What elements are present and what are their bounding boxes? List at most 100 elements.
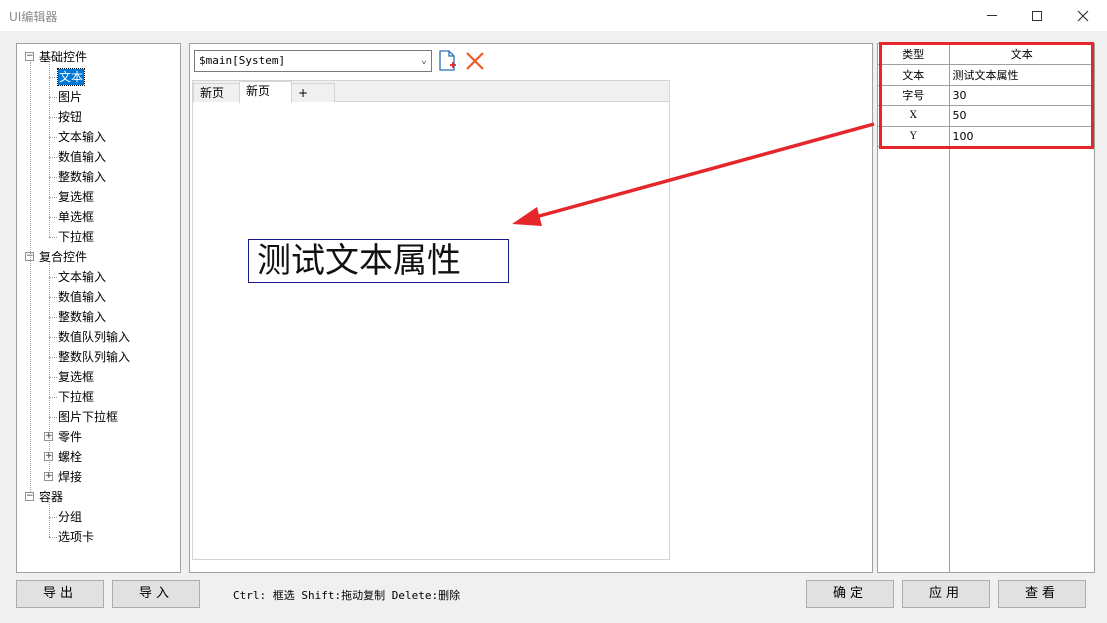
tree-item[interactable]: 复选框 [58, 367, 94, 387]
maximize-button[interactable] [1014, 0, 1060, 31]
tree-connector [49, 97, 57, 98]
shortcut-hint: Ctrl: 框选 Shift:拖动复制 Delete:删除 [233, 589, 461, 602]
property-row-fontsize[interactable]: 字号 30 [878, 85, 1094, 106]
tree-item-label: 文本输入 [58, 270, 107, 284]
tree-item[interactable]: 下拉框 [58, 227, 94, 247]
new-page-button[interactable] [436, 49, 458, 73]
tree-connector [49, 157, 57, 158]
property-value[interactable]: 测试文本属性 [949, 64, 1094, 86]
title-bar: UI编辑器 [0, 0, 1107, 31]
tree-connector [49, 117, 57, 118]
close-icon [1077, 10, 1089, 21]
window-title: UI编辑器 [9, 10, 58, 24]
tree-item[interactable]: 分组 [58, 507, 82, 527]
design-canvas-panel: $main[System] ⌄ 新页 新页 + 测试文本属性 [189, 43, 873, 573]
tree-item[interactable]: 螺栓 [58, 447, 82, 467]
tree-item[interactable]: 整数队列输入 [58, 347, 130, 367]
tree-item[interactable]: 复选框 [58, 187, 94, 207]
property-grid: 类型 文本 文本 测试文本属性 字号 30 X 50 Y 100 [877, 43, 1095, 573]
tree-item-label: 图片下拉框 [58, 410, 119, 424]
confirm-button[interactable]: 确定 [806, 580, 894, 608]
tree-item[interactable]: 基础控件 [39, 47, 87, 67]
property-key: X [878, 105, 950, 127]
tree-item-label: 图片 [58, 90, 83, 104]
tree-item[interactable]: 文本输入 [58, 267, 106, 287]
tree-connector [49, 397, 57, 398]
tab-add[interactable]: + [291, 83, 335, 102]
view-button[interactable]: 查看 [998, 580, 1086, 608]
tree-item[interactable]: 复合控件 [39, 247, 87, 267]
tree-item[interactable]: 数值输入 [58, 147, 106, 167]
tree-item[interactable]: 零件 [58, 427, 82, 447]
tree-item[interactable]: 下拉框 [58, 387, 94, 407]
tree-connector [49, 77, 57, 78]
tree-connector [49, 377, 57, 378]
text-control-preview[interactable]: 测试文本属性 [248, 239, 509, 283]
tree-item-label: 焊接 [58, 470, 83, 484]
tree-item[interactable]: 图片下拉框 [58, 407, 118, 427]
tree-connector [30, 62, 31, 492]
collapse-icon[interactable]: − [25, 52, 34, 61]
tree-item[interactable]: 整数输入 [58, 167, 106, 187]
chevron-down-icon: ⌄ [420, 55, 427, 66]
property-row-x[interactable]: X 50 [878, 105, 1094, 127]
tree-item-label: 数值输入 [58, 290, 107, 304]
tab-page-1[interactable]: 新页 [193, 83, 240, 102]
property-key: 字号 [878, 85, 950, 106]
collapse-icon[interactable]: − [25, 492, 34, 501]
tab-label: 新页 [246, 84, 271, 98]
close-button[interactable] [1060, 0, 1106, 31]
tree-item[interactable]: 数值输入 [58, 287, 106, 307]
tree-item-label: 选项卡 [58, 530, 95, 544]
tree-connector [49, 337, 57, 338]
add-tab-icon: + [298, 86, 309, 100]
tree-connector [49, 217, 57, 218]
tree-item-label: 复选框 [58, 370, 95, 384]
tree-item-label: 复合控件 [39, 250, 88, 264]
tree-item[interactable]: 按钮 [58, 107, 82, 127]
tree-connector [49, 357, 57, 358]
tree-item-label: 整数队列输入 [58, 350, 131, 364]
property-row-text[interactable]: 文本 测试文本属性 [878, 64, 1094, 86]
tree-item[interactable]: 容器 [39, 487, 63, 507]
tab-strip: 新页 新页 + [193, 81, 669, 103]
tree-item[interactable]: 文本 [56, 67, 86, 87]
tree-item[interactable]: 焊接 [58, 467, 82, 487]
tree-item[interactable]: 文本输入 [58, 127, 106, 147]
property-key: Y [878, 126, 950, 147]
tree-connector [49, 62, 50, 237]
tree-item[interactable]: 单选框 [58, 207, 94, 227]
apply-button[interactable]: 应用 [902, 580, 990, 608]
control-tree[interactable]: 基础控件 − 文本 图片 按钮 文本输入 数值输入 整数输入 复选框 单选框 下拉框 复合控件 − 文本输… [16, 43, 181, 573]
maximize-icon [1032, 10, 1042, 21]
property-value[interactable]: 100 [949, 126, 1094, 147]
delete-page-button[interactable] [464, 50, 486, 72]
tree-item[interactable]: 整数输入 [58, 307, 106, 327]
tree-item-label: 文本 [56, 68, 86, 86]
tree-item[interactable]: 图片 [58, 87, 82, 107]
export-button[interactable]: 导出 [16, 580, 104, 608]
container-select[interactable]: $main[System] ⌄ [194, 50, 432, 72]
property-header-value: 文本 [949, 44, 1094, 65]
minimize-button[interactable] [969, 0, 1015, 31]
tree-item-label: 螺栓 [58, 450, 83, 464]
tree-connector [49, 417, 57, 418]
tree-item-label: 复选框 [58, 190, 95, 204]
tree-connector [49, 137, 57, 138]
tree-item-label: 下拉框 [58, 230, 95, 244]
import-button[interactable]: 导入 [112, 580, 200, 608]
property-header-key: 类型 [878, 44, 950, 65]
property-row-y[interactable]: Y 100 [878, 126, 1094, 147]
property-value[interactable]: 30 [949, 85, 1094, 106]
tree-item-label: 整数输入 [58, 170, 107, 184]
tree-item[interactable]: 数值队列输入 [58, 327, 130, 347]
new-file-icon [439, 50, 456, 71]
tree-item-label: 整数输入 [58, 310, 107, 324]
tree-item-label: 容器 [39, 490, 64, 504]
property-value[interactable]: 50 [949, 105, 1094, 127]
tree-item[interactable]: 选项卡 [58, 527, 94, 547]
property-key: 文本 [878, 64, 950, 86]
tree-connector [49, 317, 57, 318]
tree-connector [49, 517, 57, 518]
tab-page-2[interactable]: 新页 [239, 81, 292, 103]
